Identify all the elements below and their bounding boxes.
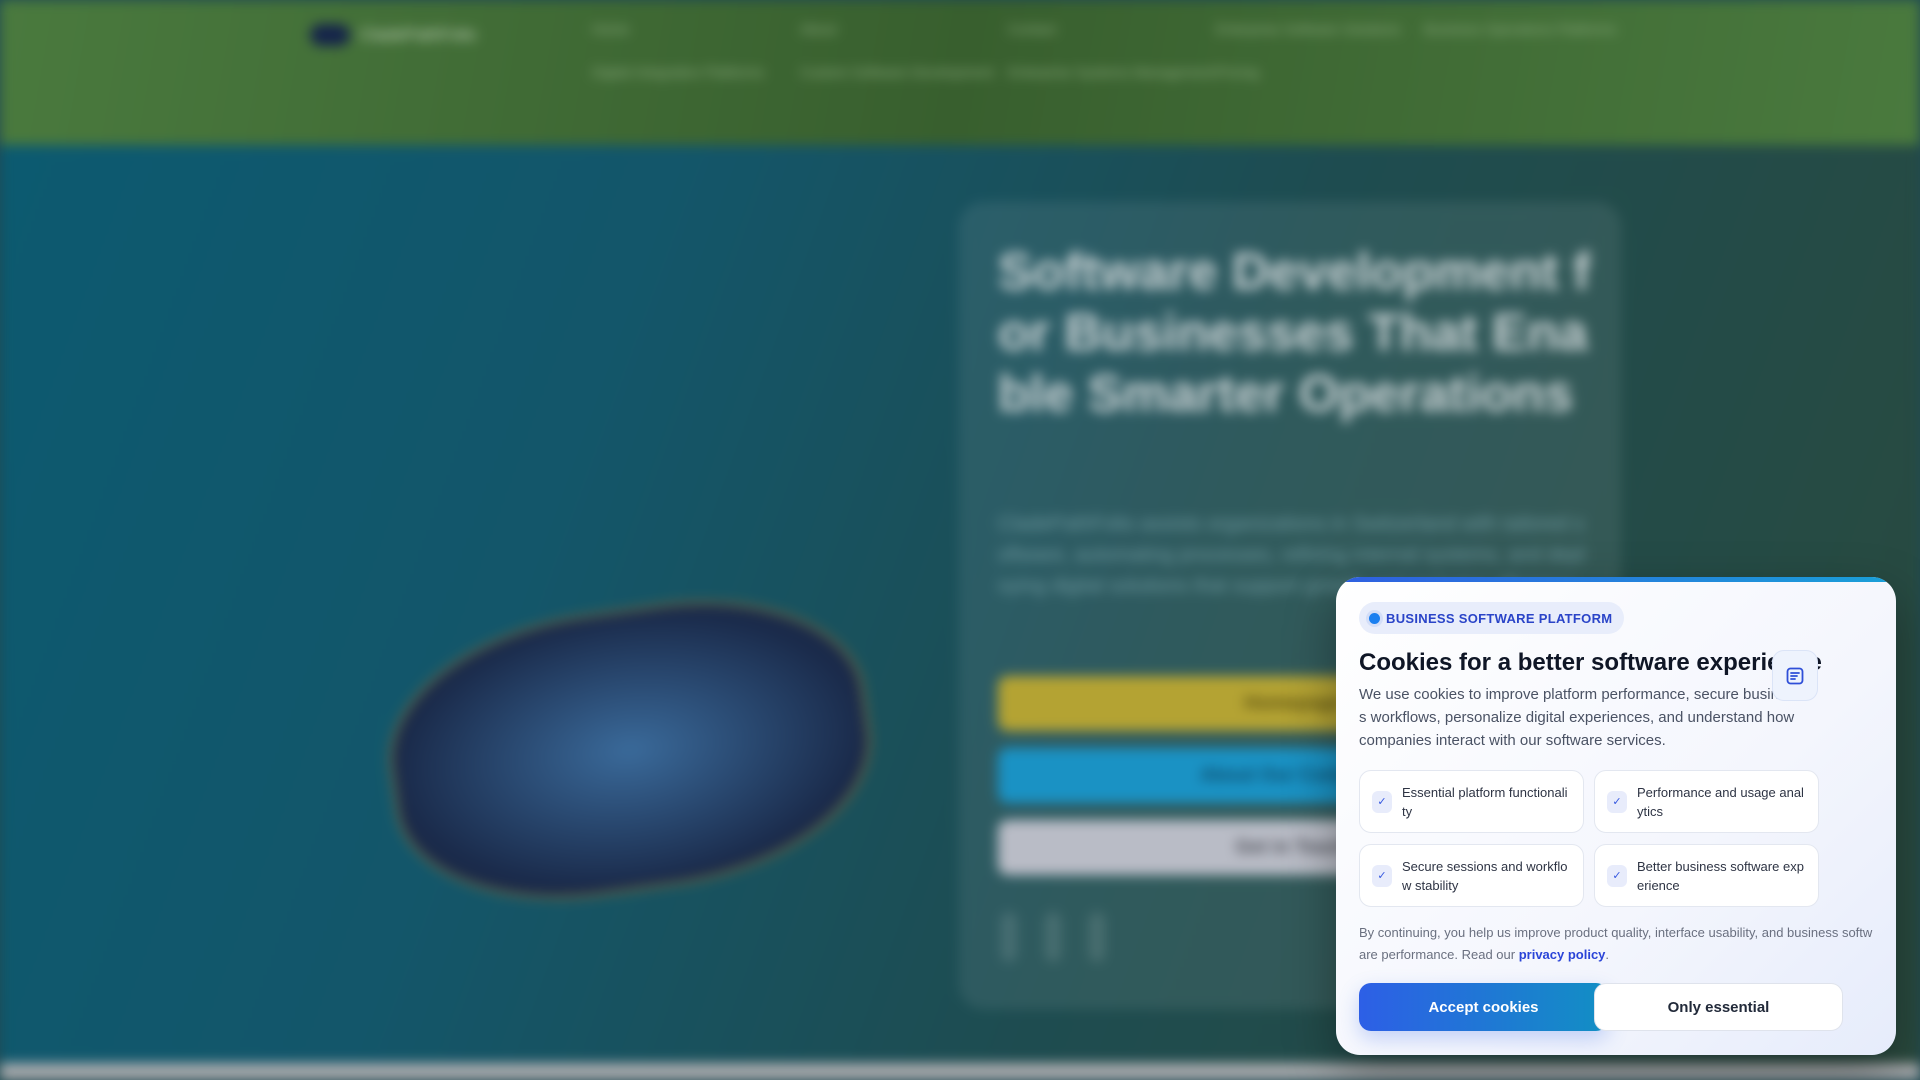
dot-icon (1369, 612, 1380, 624)
feature-item: ✓ Secure sessions and workflow stability (1359, 844, 1584, 907)
cookie-badge: BUSINESS SOFTWARE PLATFORM (1359, 602, 1625, 634)
feature-item: ✓ Better business software experience (1594, 844, 1819, 907)
only-essential-button[interactable]: Only essential (1594, 983, 1843, 1031)
cookie-footer-text: By continuing, you help us improve produ… (1359, 922, 1879, 966)
cookie-description: We use cookies to improve platform perfo… (1359, 686, 1795, 749)
feature-label: Performance and usage analytics (1637, 784, 1804, 819)
feature-item: ✓ Essential platform functionality (1359, 770, 1584, 833)
nav-home[interactable]: Home (592, 20, 800, 39)
nav-custom-software[interactable]: Custom Software Development (800, 63, 1008, 82)
nav-pricing[interactable]: Pricing (1216, 63, 1424, 82)
cookie-dialog: BUSINESS SOFTWARE PLATFORM Cookies for a… (1336, 577, 1896, 1055)
nav-about[interactable]: About (800, 20, 1008, 39)
site-header: CladePathFolio Home About Contact Enterp… (0, 0, 1920, 145)
feature-label: Better business software experience (1637, 858, 1804, 893)
check-icon: ✓ (1372, 864, 1392, 887)
footer-end: . (1605, 947, 1610, 962)
footer-text: By continuing, you help us improve produ… (1359, 925, 1873, 962)
nav-business-operations[interactable]: Business Operations Platforms (1424, 20, 1632, 39)
check-icon: ✓ (1607, 790, 1627, 813)
document-icon (1772, 650, 1818, 701)
nav-contact[interactable]: Contact (1008, 20, 1216, 39)
badge-label: BUSINESS SOFTWARE PLATFORM (1386, 610, 1613, 626)
hero-image (372, 577, 888, 923)
hero-title: Software Development for Businesses That… (998, 243, 1591, 423)
social-icon[interactable] (1045, 912, 1061, 962)
logo-mark-icon (310, 24, 350, 46)
nav-enterprise-systems[interactable]: Enterprise Systems Management (1008, 63, 1216, 82)
feature-label: Secure sessions and workflow stability (1402, 858, 1568, 893)
logo[interactable]: CladePathFolio (310, 24, 476, 46)
cookie-title: Cookies for a better software experience (1359, 649, 1822, 676)
nav-digital-integration[interactable]: Digital Integration Platforms (592, 63, 800, 82)
social-icon[interactable] (1089, 912, 1105, 962)
main-nav: Home About Contact Enterprise Software S… (592, 20, 1632, 82)
social-icon[interactable] (1001, 912, 1017, 962)
privacy-policy-link[interactable]: privacy policy (1519, 947, 1606, 962)
logo-text: CladePathFolio (360, 25, 477, 44)
feature-label: Essential platform functionality (1402, 784, 1568, 819)
footer-strip (0, 1063, 1920, 1080)
check-icon: ✓ (1372, 790, 1392, 813)
nav-enterprise-software[interactable]: Enterprise Software Solutions (1216, 20, 1424, 39)
accept-cookies-button[interactable]: Accept cookies (1359, 983, 1608, 1031)
feature-item: ✓ Performance and usage analytics (1594, 770, 1819, 833)
check-icon: ✓ (1607, 864, 1627, 887)
